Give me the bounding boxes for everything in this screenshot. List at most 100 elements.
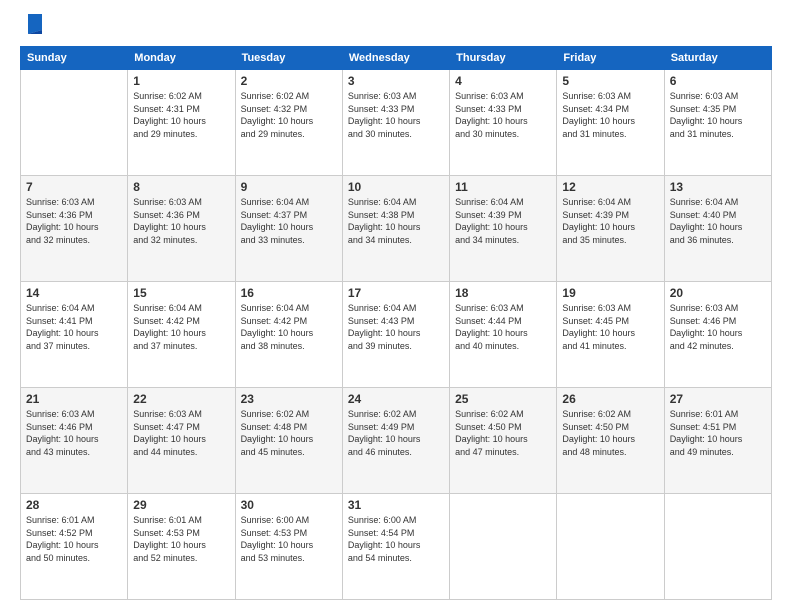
day-number: 17 — [348, 286, 444, 300]
calendar-cell: 13 Sunrise: 6:04 AMSunset: 4:40 PMDayligh… — [664, 176, 771, 282]
header-day-friday: Friday — [557, 47, 664, 70]
day-info: Sunrise: 6:01 AMSunset: 4:51 PMDaylight:… — [670, 408, 766, 458]
day-number: 23 — [241, 392, 337, 406]
day-number: 2 — [241, 74, 337, 88]
calendar-cell: 3Sunrise: 6:03 AMSunset: 4:33 PMDaylight… — [342, 70, 449, 176]
day-number: 13 — [670, 180, 766, 194]
calendar-cell: 23 Sunrise: 6:02 AMSunset: 4:48 PMDayligh… — [235, 388, 342, 494]
day-info: Sunrise: 6:04 AMSunset: 4:41 PMDaylight:… — [26, 302, 122, 352]
day-number: 7 — [26, 180, 122, 194]
day-number: 10 — [348, 180, 444, 194]
calendar-cell: 18 Sunrise: 6:03 AMSunset: 4:44 PMDayligh… — [450, 282, 557, 388]
calendar-cell: 12Sunrise: 6:04 AMSunset: 4:39 PMDayligh… — [557, 176, 664, 282]
day-number: 29 — [133, 498, 229, 512]
calendar-cell: 30 Sunrise: 6:00 AMSunset: 4:53 PMDayligh… — [235, 494, 342, 600]
day-number: 11 — [455, 180, 551, 194]
day-info: Sunrise: 6:03 AMSunset: 4:33 PMDaylight:… — [455, 90, 551, 140]
calendar-cell: 25Sunrise: 6:02 AMSunset: 4:50 PMDayligh… — [450, 388, 557, 494]
calendar-cell: 20 Sunrise: 6:03 AMSunset: 4:46 PMDayligh… — [664, 282, 771, 388]
calendar-cell: 14 Sunrise: 6:04 AMSunset: 4:41 PMDayligh… — [21, 282, 128, 388]
day-info: Sunrise: 6:03 AMSunset: 4:36 PMDaylight:… — [133, 196, 229, 246]
day-number: 21 — [26, 392, 122, 406]
day-info: Sunrise: 6:02 AMSunset: 4:31 PMDaylight:… — [133, 90, 229, 140]
calendar-cell: 19 Sunrise: 6:03 AMSunset: 4:45 PMDayligh… — [557, 282, 664, 388]
calendar-body: 1 Sunrise: 6:02 AMSunset: 4:31 PMDaylight… — [21, 70, 772, 600]
day-number: 20 — [670, 286, 766, 300]
day-info: Sunrise: 6:01 AMSunset: 4:53 PMDaylight:… — [133, 514, 229, 564]
header-day-saturday: Saturday — [664, 47, 771, 70]
calendar-cell: 1 Sunrise: 6:02 AMSunset: 4:31 PMDaylight… — [128, 70, 235, 176]
header-day-sunday: Sunday — [21, 47, 128, 70]
calendar-cell: 4Sunrise: 6:03 AMSunset: 4:33 PMDaylight… — [450, 70, 557, 176]
day-info: Sunrise: 6:04 AMSunset: 4:43 PMDaylight:… — [348, 302, 444, 352]
day-info: Sunrise: 6:03 AMSunset: 4:46 PMDaylight:… — [26, 408, 122, 458]
calendar-cell: 6 Sunrise: 6:03 AMSunset: 4:35 PMDaylight… — [664, 70, 771, 176]
day-info: Sunrise: 6:01 AMSunset: 4:52 PMDaylight:… — [26, 514, 122, 564]
calendar-table: SundayMondayTuesdayWednesdayThursdayFrid… — [20, 46, 772, 600]
calendar-cell — [21, 70, 128, 176]
calendar-cell: 10 Sunrise: 6:04 AMSunset: 4:38 PMDayligh… — [342, 176, 449, 282]
calendar-cell: 26Sunrise: 6:02 AMSunset: 4:50 PMDayligh… — [557, 388, 664, 494]
header-day-thursday: Thursday — [450, 47, 557, 70]
calendar-cell — [557, 494, 664, 600]
day-info: Sunrise: 6:02 AMSunset: 4:32 PMDaylight:… — [241, 90, 337, 140]
calendar-cell — [664, 494, 771, 600]
day-info: Sunrise: 6:03 AMSunset: 4:36 PMDaylight:… — [26, 196, 122, 246]
day-number: 24 — [348, 392, 444, 406]
day-number: 15 — [133, 286, 229, 300]
day-number: 19 — [562, 286, 658, 300]
header-day-tuesday: Tuesday — [235, 47, 342, 70]
calendar-cell: 28Sunrise: 6:01 AMSunset: 4:52 PMDayligh… — [21, 494, 128, 600]
week-row-3: 14 Sunrise: 6:04 AMSunset: 4:41 PMDayligh… — [21, 282, 772, 388]
logo — [20, 16, 44, 36]
calendar-cell: 8 Sunrise: 6:03 AMSunset: 4:36 PMDaylight… — [128, 176, 235, 282]
day-info: Sunrise: 6:02 AMSunset: 4:50 PMDaylight:… — [562, 408, 658, 458]
calendar-page: SundayMondayTuesdayWednesdayThursdayFrid… — [0, 0, 792, 612]
calendar-cell: 5 Sunrise: 6:03 AMSunset: 4:34 PMDaylight… — [557, 70, 664, 176]
day-info: Sunrise: 6:03 AMSunset: 4:45 PMDaylight:… — [562, 302, 658, 352]
calendar-cell: 7 Sunrise: 6:03 AMSunset: 4:36 PMDaylight… — [21, 176, 128, 282]
day-info: Sunrise: 6:03 AMSunset: 4:33 PMDaylight:… — [348, 90, 444, 140]
day-info: Sunrise: 6:03 AMSunset: 4:34 PMDaylight:… — [562, 90, 658, 140]
day-info: Sunrise: 6:04 AMSunset: 4:40 PMDaylight:… — [670, 196, 766, 246]
day-info: Sunrise: 6:00 AMSunset: 4:53 PMDaylight:… — [241, 514, 337, 564]
header-day-monday: Monday — [128, 47, 235, 70]
calendar-cell: 15 Sunrise: 6:04 AMSunset: 4:42 PMDayligh… — [128, 282, 235, 388]
week-row-1: 1 Sunrise: 6:02 AMSunset: 4:31 PMDaylight… — [21, 70, 772, 176]
calendar-cell: 11 Sunrise: 6:04 AMSunset: 4:39 PMDayligh… — [450, 176, 557, 282]
calendar-cell: 22Sunrise: 6:03 AMSunset: 4:47 PMDayligh… — [128, 388, 235, 494]
day-number: 9 — [241, 180, 337, 194]
day-number: 14 — [26, 286, 122, 300]
calendar-cell: 27 Sunrise: 6:01 AMSunset: 4:51 PMDayligh… — [664, 388, 771, 494]
calendar-cell: 24Sunrise: 6:02 AMSunset: 4:49 PMDayligh… — [342, 388, 449, 494]
day-number: 25 — [455, 392, 551, 406]
day-number: 18 — [455, 286, 551, 300]
day-number: 6 — [670, 74, 766, 88]
day-info: Sunrise: 6:03 AMSunset: 4:47 PMDaylight:… — [133, 408, 229, 458]
day-number: 31 — [348, 498, 444, 512]
day-number: 27 — [670, 392, 766, 406]
day-number: 8 — [133, 180, 229, 194]
week-row-5: 28Sunrise: 6:01 AMSunset: 4:52 PMDayligh… — [21, 494, 772, 600]
day-info: Sunrise: 6:03 AMSunset: 4:46 PMDaylight:… — [670, 302, 766, 352]
calendar-cell: 17 Sunrise: 6:04 AMSunset: 4:43 PMDayligh… — [342, 282, 449, 388]
day-info: Sunrise: 6:04 AMSunset: 4:42 PMDaylight:… — [133, 302, 229, 352]
day-info: Sunrise: 6:02 AMSunset: 4:48 PMDaylight:… — [241, 408, 337, 458]
day-info: Sunrise: 6:03 AMSunset: 4:44 PMDaylight:… — [455, 302, 551, 352]
week-row-2: 7 Sunrise: 6:03 AMSunset: 4:36 PMDaylight… — [21, 176, 772, 282]
calendar-cell — [450, 494, 557, 600]
day-info: Sunrise: 6:04 AMSunset: 4:39 PMDaylight:… — [455, 196, 551, 246]
header-row: SundayMondayTuesdayWednesdayThursdayFrid… — [21, 47, 772, 70]
day-number: 30 — [241, 498, 337, 512]
day-number: 1 — [133, 74, 229, 88]
calendar-cell: 31 Sunrise: 6:00 AMSunset: 4:54 PMDayligh… — [342, 494, 449, 600]
calendar-cell: 16Sunrise: 6:04 AMSunset: 4:42 PMDayligh… — [235, 282, 342, 388]
day-number: 5 — [562, 74, 658, 88]
day-info: Sunrise: 6:03 AMSunset: 4:35 PMDaylight:… — [670, 90, 766, 140]
day-info: Sunrise: 6:00 AMSunset: 4:54 PMDaylight:… — [348, 514, 444, 564]
calendar-cell: 9Sunrise: 6:04 AMSunset: 4:37 PMDaylight… — [235, 176, 342, 282]
day-info: Sunrise: 6:04 AMSunset: 4:38 PMDaylight:… — [348, 196, 444, 246]
day-info: Sunrise: 6:04 AMSunset: 4:39 PMDaylight:… — [562, 196, 658, 246]
calendar-header: SundayMondayTuesdayWednesdayThursdayFrid… — [21, 47, 772, 70]
header — [20, 16, 772, 36]
